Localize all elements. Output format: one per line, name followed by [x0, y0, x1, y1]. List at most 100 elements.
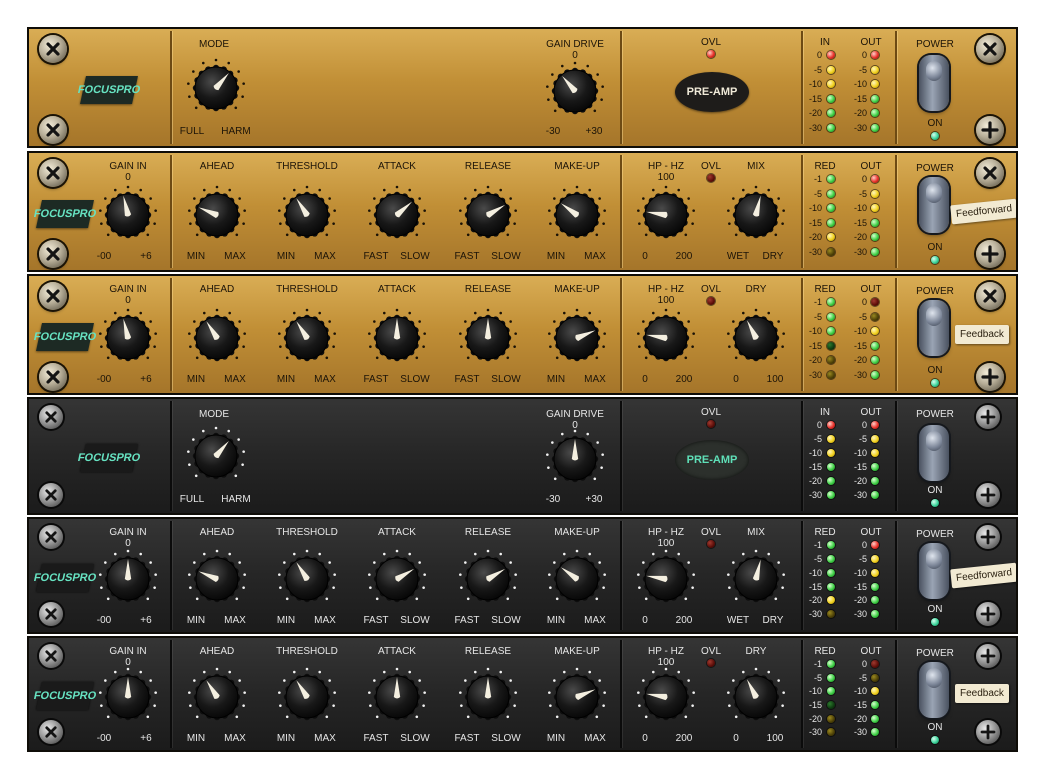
power-toggle-switch[interactable]	[919, 425, 949, 481]
threshold-knob[interactable]	[274, 664, 340, 735]
dry-knob[interactable]	[723, 305, 789, 376]
screw-icon	[39, 116, 67, 144]
release-knob[interactable]	[455, 182, 521, 253]
gain-in-max-label: +6	[140, 614, 152, 626]
makeup-max-label: MAX	[584, 733, 606, 744]
out-led	[871, 80, 879, 88]
attack-knob[interactable]	[364, 182, 430, 253]
release-max-label: SLOW	[491, 373, 521, 385]
attack-min-label: FAST	[363, 614, 389, 626]
red-led	[827, 175, 835, 183]
ahead-knob[interactable]	[184, 546, 250, 617]
out-led	[871, 233, 879, 241]
out-scale-label: 0	[861, 540, 867, 550]
mix-knob[interactable]	[723, 546, 789, 617]
makeup-knob[interactable]	[544, 546, 610, 617]
makeup-knob[interactable]	[544, 305, 610, 376]
out-scale-label: -10	[853, 203, 867, 213]
ahead-knob[interactable]	[184, 305, 250, 376]
out-led	[871, 65, 879, 74]
screw-icon	[39, 363, 67, 391]
panel-divider	[801, 31, 803, 144]
release-max-label: SLOW	[491, 614, 521, 626]
plugin-panel-stack: FOCUS PRO MODE FULL HARM GAIN DRIVE 0 -30 +30 OVL…	[0, 0, 1045, 779]
power-toggle-switch[interactable]	[919, 543, 949, 599]
feedback-tag: Feedback	[955, 684, 1009, 703]
dry-max-label: 100	[766, 733, 784, 744]
in-led	[827, 421, 835, 429]
makeup-label: MAKE-UP	[554, 646, 600, 657]
out-led	[871, 660, 879, 668]
screw-icon	[976, 159, 1004, 187]
panel-divider	[170, 640, 172, 748]
dry-knob[interactable]	[723, 664, 789, 735]
in-scale-label: -30	[808, 490, 822, 500]
power-toggle-switch[interactable]	[919, 55, 949, 111]
release-knob[interactable]	[455, 664, 521, 735]
out-led	[871, 687, 879, 696]
out-meter-label: OUT	[860, 161, 882, 172]
gain-drive-max-label: +30	[585, 494, 603, 505]
gain-in-knob[interactable]	[95, 305, 161, 376]
mode-knob[interactable]	[183, 55, 249, 126]
ahead-label: AHEAD	[199, 161, 235, 172]
makeup-label: MAKE-UP	[554, 284, 600, 295]
gain-drive-max-label: +30	[585, 125, 603, 137]
hp-hz-knob[interactable]	[633, 305, 699, 376]
threshold-knob[interactable]	[274, 546, 340, 617]
hp-hz-knob[interactable]	[633, 546, 699, 617]
threshold-knob[interactable]	[274, 305, 340, 376]
gain-in-min-label: -00	[96, 250, 112, 262]
in-led	[827, 449, 835, 457]
makeup-label: MAKE-UP	[554, 527, 600, 538]
screw-icon	[39, 240, 67, 268]
attack-knob[interactable]	[364, 546, 430, 617]
hp-hz-knob[interactable]	[633, 182, 699, 253]
mix-knob[interactable]	[723, 182, 789, 253]
power-toggle-switch[interactable]	[919, 177, 949, 233]
gain-in-knob[interactable]	[95, 182, 161, 253]
threshold-max-label: MAX	[314, 250, 336, 262]
screw-icon	[39, 35, 67, 63]
threshold-knob[interactable]	[274, 182, 340, 253]
ahead-knob[interactable]	[184, 182, 250, 253]
power-toggle-switch[interactable]	[919, 662, 949, 718]
gain-drive-min-label: -30	[545, 125, 561, 137]
red-led	[827, 596, 835, 605]
out-scale-label: -30	[853, 369, 867, 380]
out-led	[871, 189, 879, 198]
red-scale-label: -30	[808, 609, 822, 620]
out-scale-label: -20	[853, 108, 867, 118]
gain-in-knob[interactable]	[95, 664, 161, 735]
panel-divider	[895, 31, 897, 144]
threshold-min-label: MIN	[276, 733, 296, 744]
makeup-knob[interactable]	[544, 664, 610, 735]
out-led	[871, 327, 879, 335]
in-meter-label: IN	[820, 407, 830, 418]
ahead-knob[interactable]	[184, 664, 250, 735]
attack-knob[interactable]	[364, 305, 430, 376]
red-scale-label: -30	[808, 246, 822, 257]
on-label: ON	[927, 604, 943, 615]
release-knob[interactable]	[455, 546, 521, 617]
gain-in-min-label: -00	[96, 373, 112, 385]
attack-knob[interactable]	[364, 664, 430, 735]
attack-max-label: SLOW	[400, 373, 430, 385]
makeup-knob[interactable]	[544, 182, 610, 253]
panel-divider	[620, 640, 622, 748]
gain-drive-knob[interactable]	[542, 58, 608, 129]
hp-hz-max-label: 200	[675, 614, 693, 626]
mode-knob[interactable]	[183, 423, 249, 494]
gain-drive-knob[interactable]	[542, 426, 608, 497]
power-toggle-switch[interactable]	[919, 300, 949, 356]
release-max-label: SLOW	[491, 250, 521, 262]
hp-hz-knob[interactable]	[633, 664, 699, 735]
out-led	[871, 312, 879, 321]
ovl-led	[707, 540, 715, 548]
out-scale-label: -5	[858, 64, 867, 75]
red-scale-label: -15	[808, 581, 822, 592]
release-knob[interactable]	[455, 305, 521, 376]
gain-in-knob[interactable]	[95, 546, 161, 617]
out-led	[871, 51, 879, 59]
out-led	[871, 370, 879, 379]
